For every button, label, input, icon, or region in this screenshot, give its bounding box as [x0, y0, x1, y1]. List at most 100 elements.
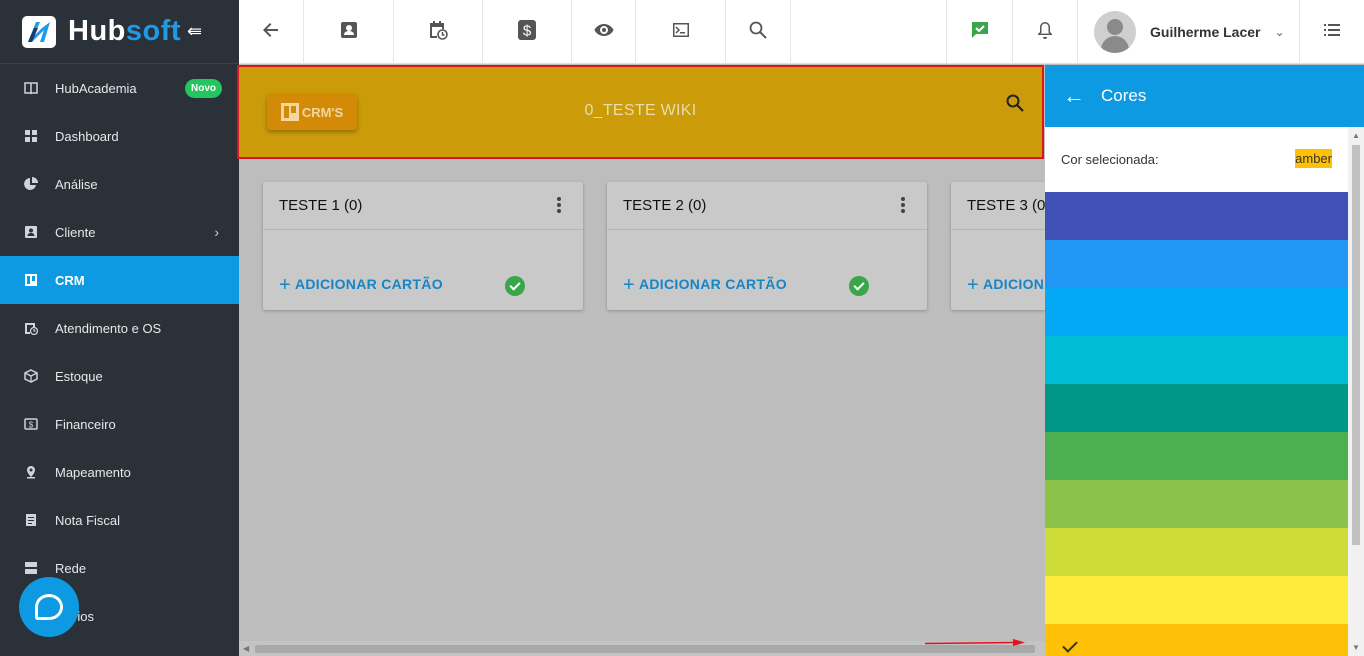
panel-title: Cores — [1101, 86, 1147, 105]
eye-icon — [594, 20, 614, 45]
color-swatch[interactable] — [1045, 288, 1348, 336]
search-button[interactable] — [726, 0, 791, 64]
add-card-button[interactable]: +ADICIONAR CARTÃO — [279, 274, 443, 297]
chevron-down-icon: ⌄ — [1274, 25, 1285, 39]
sidebar-nav: HubAcademia Novo Dashboard Análise Clien… — [0, 64, 239, 640]
list-title: TESTE 2 (0) — [623, 197, 707, 214]
more-vert-icon[interactable] — [901, 197, 905, 215]
plus-icon: + — [967, 274, 979, 296]
sidebar-item-label: Financeiro — [55, 416, 116, 432]
vertical-scrollbar[interactable]: ▲ ▼ — [1348, 127, 1364, 656]
sidebar-item-atendimento[interactable]: Atendimento e OS — [0, 304, 239, 352]
chat-check-icon — [970, 20, 990, 45]
user-name: Guilherme Lacer — [1150, 24, 1261, 40]
panel-header: ← Cores — [1045, 65, 1364, 127]
financial-shortcut-button[interactable]: $ — [483, 0, 572, 64]
scroll-left-icon[interactable]: ◀ — [243, 644, 249, 653]
calendar-clock-icon — [24, 321, 39, 336]
svg-text:$: $ — [523, 22, 532, 39]
color-swatch[interactable] — [1045, 576, 1348, 624]
sidebar-item-label: CRM — [55, 272, 85, 288]
collapse-menu-icon[interactable]: ⇚ — [187, 21, 202, 42]
selected-color-label: Cor selecionada: — [1061, 152, 1159, 167]
schedule-shortcut-button[interactable] — [394, 0, 483, 64]
selected-color-value: amber — [1295, 149, 1332, 168]
calendar-clock-icon — [428, 20, 448, 45]
terminal-shortcut-button[interactable] — [636, 0, 726, 64]
sidebar-item-cliente[interactable]: Cliente › — [0, 208, 239, 256]
sidebar-item-estoque[interactable]: Estoque — [0, 352, 239, 400]
chevron-right-icon: › — [214, 224, 219, 240]
sidebar-item-hubacademia[interactable]: HubAcademia Novo — [0, 64, 239, 112]
server-icon — [24, 561, 38, 575]
list-icon — [1322, 20, 1342, 45]
color-swatch[interactable] — [1045, 336, 1348, 384]
back-arrow-icon — [261, 20, 281, 45]
plus-icon: + — [279, 274, 291, 296]
view-shortcut-button[interactable] — [572, 0, 636, 64]
scrollbar-thumb[interactable] — [255, 645, 1035, 653]
list-title: TESTE 3 (0) — [967, 197, 1045, 214]
check-icon — [1062, 637, 1078, 653]
book-icon — [24, 81, 38, 95]
color-swatch[interactable] — [1045, 624, 1348, 656]
list-header: TESTE 3 (0) — [951, 182, 1045, 230]
add-card-button[interactable]: +ADICIONAR CARTÃO — [623, 274, 787, 297]
color-panel: ← Cores Cor selecionada: amber ▲ ▼ — [1045, 65, 1364, 656]
sidebar-item-analise[interactable]: Análise — [0, 160, 239, 208]
sidebar-item-label: HubAcademia — [55, 80, 137, 96]
color-swatch[interactable] — [1045, 240, 1348, 288]
user-menu[interactable]: Guilherme Lacer ⌄ — [1078, 0, 1300, 64]
scroll-down-icon[interactable]: ▼ — [1352, 643, 1360, 652]
logo-text: Hubsoft — [68, 15, 182, 47]
contact-card-icon — [24, 225, 38, 239]
trello-board-icon — [24, 273, 38, 287]
avatar — [1094, 11, 1136, 53]
sidebar-item-label: Mapeamento — [55, 464, 131, 480]
sidebar-item-financeiro[interactable]: $ Financeiro — [0, 400, 239, 448]
board-header: CRM'S 0_TESTE WIKI — [237, 65, 1044, 159]
sidebar-item-dashboard[interactable]: Dashboard — [0, 112, 239, 160]
annotation-arrow-icon — [925, 639, 1025, 646]
scrollbar-thumb[interactable] — [1352, 145, 1360, 545]
check-circle-icon — [505, 276, 525, 296]
box-icon — [24, 369, 38, 383]
scroll-up-icon[interactable]: ▲ — [1352, 131, 1360, 140]
tasks-button[interactable] — [947, 0, 1013, 64]
sidebar-item-label: Estoque — [55, 368, 103, 384]
color-swatch[interactable] — [1045, 192, 1348, 240]
map-pin-icon — [24, 465, 38, 479]
sidebar-item-label: Cliente — [55, 224, 96, 240]
list-header: TESTE 1 (0) — [263, 182, 583, 230]
notifications-button[interactable] — [1013, 0, 1078, 64]
board-search-icon[interactable] — [1005, 93, 1025, 113]
back-arrow-icon[interactable]: ← — [1063, 85, 1085, 107]
clients-shortcut-button[interactable] — [304, 0, 394, 64]
chat-bubble-icon — [35, 594, 63, 620]
color-swatch[interactable] — [1045, 384, 1348, 432]
add-card-button[interactable]: +ADICIONAR CARTÃO — [967, 274, 1045, 297]
plus-icon: + — [623, 274, 635, 296]
more-vert-icon[interactable] — [557, 197, 561, 215]
color-swatch[interactable] — [1045, 480, 1348, 528]
color-swatch[interactable] — [1045, 432, 1348, 480]
pie-chart-icon — [24, 177, 38, 191]
sidebar-item-label: Nota Fiscal — [55, 512, 121, 528]
selected-color-row: Cor selecionada: amber — [1045, 127, 1364, 192]
check-circle-icon — [849, 276, 869, 296]
dollar-icon: $ — [517, 19, 537, 45]
list-menu-button[interactable] — [1300, 0, 1364, 64]
chat-widget-button[interactable] — [19, 577, 79, 637]
sidebar-item-label: Atendimento e OS — [55, 320, 162, 336]
dashboard-icon — [24, 129, 38, 143]
sidebar-item-crm[interactable]: CRM — [0, 256, 239, 304]
list-title: TESTE 1 (0) — [279, 197, 363, 214]
sidebar-item-mapeamento[interactable]: Mapeamento — [0, 448, 239, 496]
bell-icon — [1035, 20, 1055, 45]
back-button[interactable] — [239, 0, 304, 64]
color-swatch-list — [1045, 192, 1348, 656]
top-toolbar: $ Guilherme Lacer ⌄ — [239, 0, 1364, 64]
sidebar-item-nota-fiscal[interactable]: Nota Fiscal — [0, 496, 239, 544]
hubsoft-logo-icon — [22, 15, 56, 48]
color-swatch[interactable] — [1045, 528, 1348, 576]
